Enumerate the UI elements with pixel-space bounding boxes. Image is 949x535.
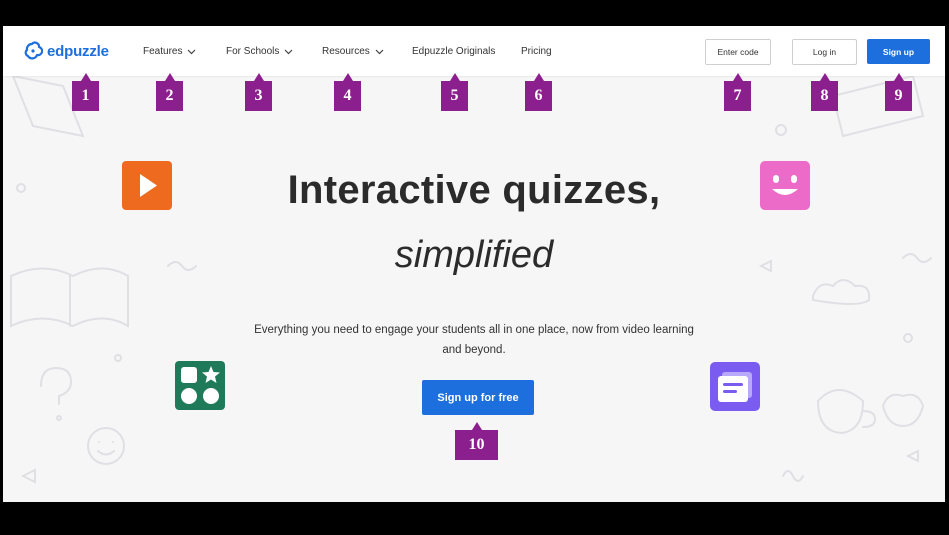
shapes-grid-icon	[175, 361, 225, 410]
annotation-marker: 7	[724, 73, 751, 111]
annotation-marker: 5	[441, 73, 468, 111]
browser-viewport: edpuzzle Features For Schools Resources …	[3, 26, 945, 502]
nav-pricing-label: Pricing	[521, 46, 552, 57]
annotation-marker: 2	[156, 73, 183, 111]
nav-originals-label: Edpuzzle Originals	[412, 46, 496, 57]
nav-resources[interactable]: Resources	[322, 46, 384, 57]
hero-subtitle: simplified	[394, 234, 554, 276]
hero-description: Everything you need to engage your stude…	[254, 324, 694, 356]
nav-for-schools[interactable]: For Schools	[226, 46, 293, 57]
sign-up-button[interactable]: Sign up	[867, 39, 930, 64]
smiley-icon	[760, 161, 810, 210]
annotation-marker: 8	[811, 73, 838, 111]
annotation-marker: 4	[334, 73, 361, 111]
chevron-down-icon	[375, 49, 384, 54]
nav-pricing[interactable]: Pricing	[521, 46, 552, 57]
annotation-marker: 6	[525, 73, 552, 111]
log-in-button[interactable]: Log in	[792, 39, 857, 65]
sign-up-for-free-button[interactable]: Sign up for free	[422, 380, 534, 415]
top-navigation-bar: edpuzzle Features For Schools Resources …	[3, 26, 945, 76]
annotation-marker: 1	[72, 73, 99, 111]
message-icon	[710, 362, 760, 411]
nav-features[interactable]: Features	[143, 46, 196, 57]
enter-code-button[interactable]: Enter code	[705, 39, 771, 65]
nav-for-schools-label: For Schools	[226, 46, 280, 57]
annotation-marker: 9	[885, 73, 912, 111]
nav-features-label: Features	[143, 46, 183, 57]
annotation-marker: 3	[245, 73, 272, 111]
nav-resources-label: Resources	[322, 46, 370, 57]
edpuzzle-logo-icon	[24, 41, 43, 60]
logo-text: edpuzzle	[47, 42, 109, 60]
nav-edpuzzle-originals[interactable]: Edpuzzle Originals	[412, 46, 495, 57]
chevron-down-icon	[188, 49, 196, 54]
annotation-marker: 10	[455, 422, 498, 460]
play-icon	[122, 161, 172, 210]
chevron-down-icon	[284, 49, 293, 54]
edpuzzle-logo[interactable]: edpuzzle	[23, 41, 109, 61]
